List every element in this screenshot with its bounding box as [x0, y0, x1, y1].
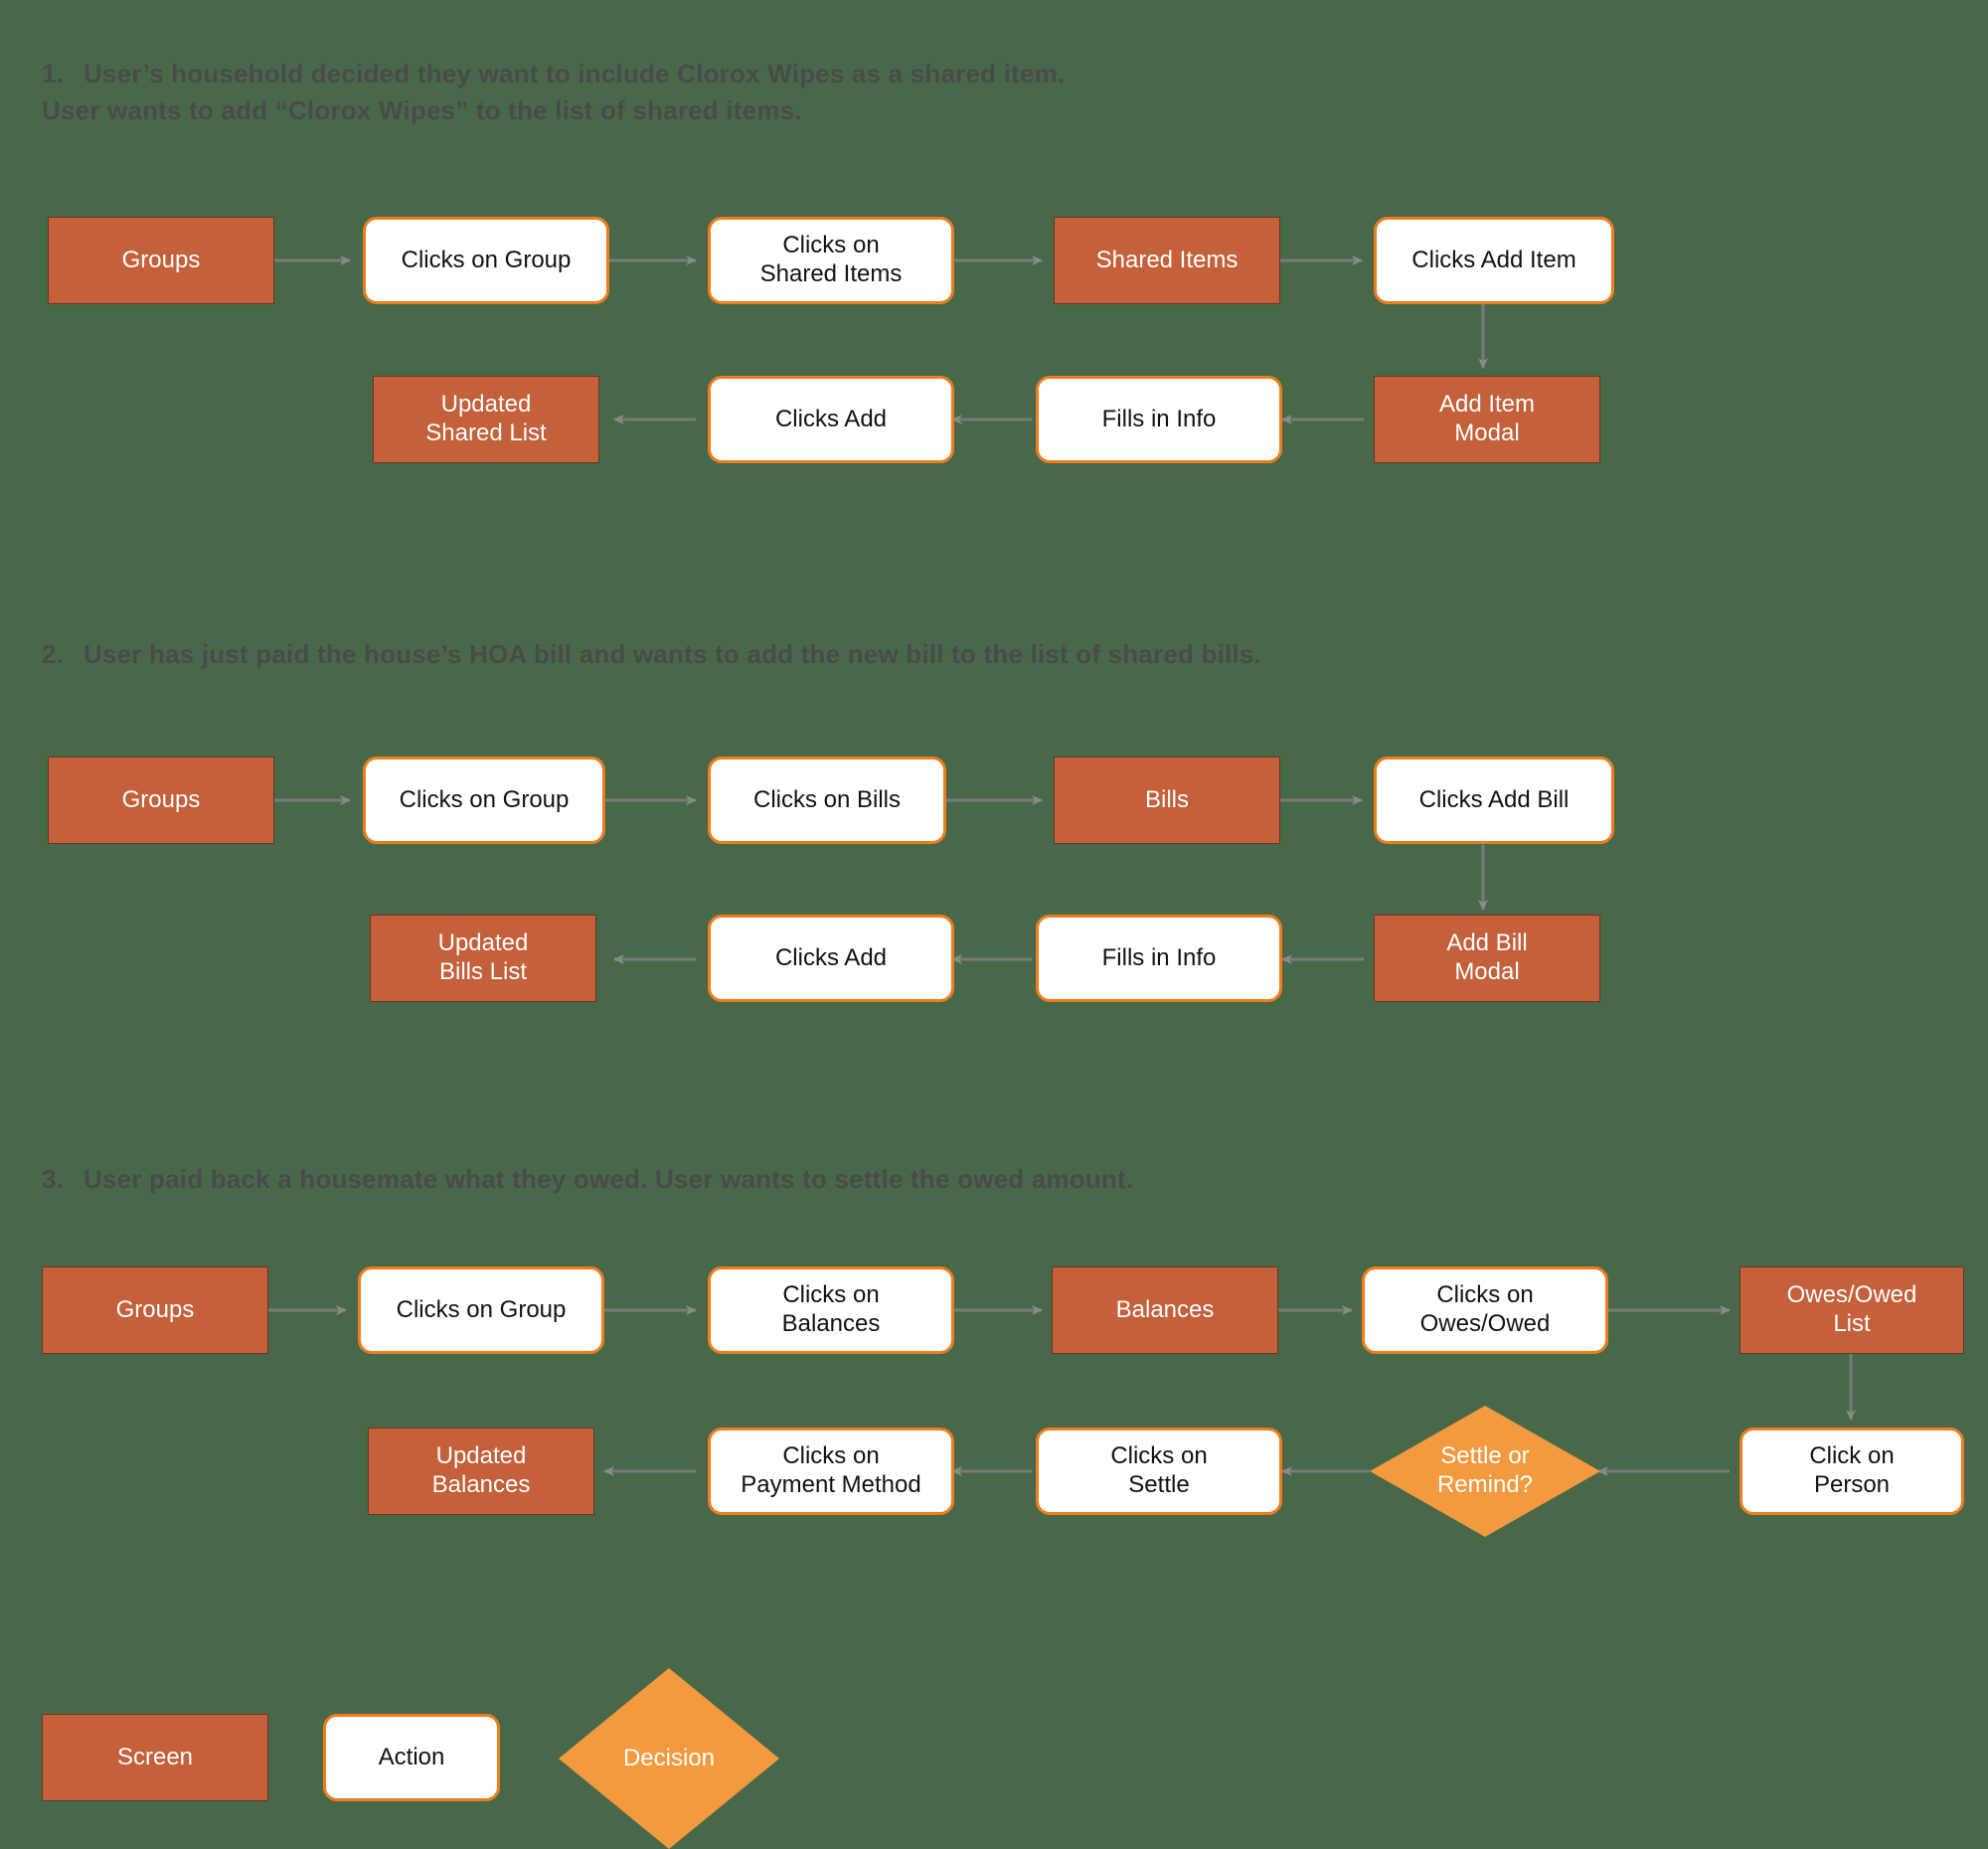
node-label: Settle or Remind? — [1436, 1442, 1534, 1498]
node-bills-screen[interactable]: Bills — [1054, 756, 1280, 844]
node-label: Groups — [121, 246, 201, 273]
node-clicks-add-item[interactable]: Clicks Add Item — [1374, 217, 1614, 304]
section-1-heading: 1. User’s household decided they want to … — [42, 18, 1533, 130]
section-1-text: User’s household decided they want to in… — [42, 58, 1066, 126]
section-2-text: User has just paid the house’s HOA bill … — [83, 638, 1261, 669]
section-3-text: User paid back a housemate what they owe… — [83, 1163, 1134, 1194]
node-click-on-person[interactable]: Click on Person — [1740, 1428, 1964, 1515]
node-fills-in-info-2[interactable]: Fills in Info — [1036, 915, 1282, 1002]
legend-screen: Screen — [42, 1714, 268, 1801]
node-balances-screen[interactable]: Balances — [1052, 1266, 1278, 1354]
node-label: Clicks on Bills — [752, 785, 902, 813]
node-label: Updated Bills List — [437, 929, 529, 985]
node-label: Click on Person — [1809, 1442, 1895, 1498]
legend-decision-label: Decision — [622, 1745, 716, 1771]
legend-action: Action — [323, 1714, 500, 1801]
node-groups-3[interactable]: Groups — [42, 1266, 268, 1354]
node-add-bill-modal[interactable]: Add Bill Modal — [1374, 915, 1600, 1002]
node-label: Updated Shared List — [425, 391, 547, 446]
node-clicks-add-bill[interactable]: Clicks Add Bill — [1374, 756, 1614, 844]
section-3-number: 3. — [42, 1163, 65, 1194]
node-label: Clicks on Group — [401, 246, 572, 273]
node-clicks-on-balances[interactable]: Clicks on Balances — [708, 1266, 954, 1354]
node-shared-items-screen[interactable]: Shared Items — [1054, 217, 1280, 304]
node-label: Clicks Add Bill — [1418, 785, 1570, 813]
node-label: Clicks on Settle — [1110, 1442, 1208, 1498]
node-clicks-on-bills[interactable]: Clicks on Bills — [708, 756, 946, 844]
node-label: Clicks on Owes/Owed — [1419, 1281, 1551, 1337]
section-2-heading: 2. User has just paid the house’s HOA bil… — [42, 598, 1732, 673]
node-label: Updated Balances — [431, 1442, 531, 1498]
node-updated-shared-list[interactable]: Updated Shared List — [373, 376, 599, 463]
legend-action-label: Action — [378, 1744, 445, 1770]
node-label: Shared Items — [1095, 246, 1239, 273]
node-updated-bills-list[interactable]: Updated Bills List — [370, 915, 596, 1002]
node-label: Groups — [121, 785, 201, 813]
diagram-canvas: 1. User’s household decided they want to … — [0, 0, 1988, 1849]
node-label: Add Bill Modal — [1446, 929, 1528, 985]
node-groups-1[interactable]: Groups — [48, 217, 274, 304]
node-clicks-on-owes-owed[interactable]: Clicks on Owes/Owed — [1362, 1266, 1608, 1354]
node-label: Add Item Modal — [1438, 391, 1536, 446]
node-label: Clicks on Payment Method — [741, 1442, 921, 1498]
section-3-heading: 3. User paid back a housemate what they o… — [42, 1123, 1732, 1198]
node-clicks-on-payment-method[interactable]: Clicks on Payment Method — [708, 1428, 954, 1515]
node-label: Groups — [115, 1295, 195, 1323]
node-clicks-on-group-2[interactable]: Clicks on Group — [363, 756, 605, 844]
node-settle-or-remind-decision[interactable]: Settle or Remind? — [1370, 1406, 1600, 1537]
node-clicks-add-1[interactable]: Clicks Add — [708, 376, 954, 463]
node-label: Clicks on Group — [396, 1295, 567, 1323]
node-label: Balances — [1115, 1295, 1215, 1323]
node-label: Clicks Add — [774, 405, 888, 432]
legend-screen-label: Screen — [116, 1744, 194, 1770]
node-label: Owes/Owed List — [1786, 1281, 1917, 1337]
node-groups-2[interactable]: Groups — [48, 756, 274, 844]
node-clicks-on-settle[interactable]: Clicks on Settle — [1036, 1428, 1282, 1515]
legend-decision: Decision — [559, 1668, 779, 1849]
section-1-number: 1. — [42, 58, 65, 88]
connector-layer — [268, 255, 1856, 1476]
node-updated-balances[interactable]: Updated Balances — [368, 1428, 594, 1515]
node-label: Clicks on Balances — [781, 1281, 881, 1337]
node-label: Clicks Add Item — [1411, 246, 1576, 273]
node-label: Bills — [1144, 785, 1189, 813]
node-add-item-modal[interactable]: Add Item Modal — [1374, 376, 1600, 463]
node-label: Clicks Add — [774, 943, 888, 971]
node-label: Fills in Info — [1101, 405, 1217, 432]
node-fills-in-info-1[interactable]: Fills in Info — [1036, 376, 1282, 463]
node-clicks-on-shared-items[interactable]: Clicks on Shared Items — [708, 217, 954, 304]
node-owes-owed-list[interactable]: Owes/Owed List — [1740, 1266, 1964, 1354]
node-clicks-on-group-1[interactable]: Clicks on Group — [363, 217, 609, 304]
node-label: Fills in Info — [1101, 943, 1217, 971]
node-clicks-on-group-3[interactable]: Clicks on Group — [358, 1266, 604, 1354]
node-label: Clicks on Shared Items — [759, 232, 903, 287]
node-clicks-add-2[interactable]: Clicks Add — [708, 915, 954, 1002]
section-2-number: 2. — [42, 638, 65, 669]
node-label: Clicks on Group — [399, 785, 570, 813]
